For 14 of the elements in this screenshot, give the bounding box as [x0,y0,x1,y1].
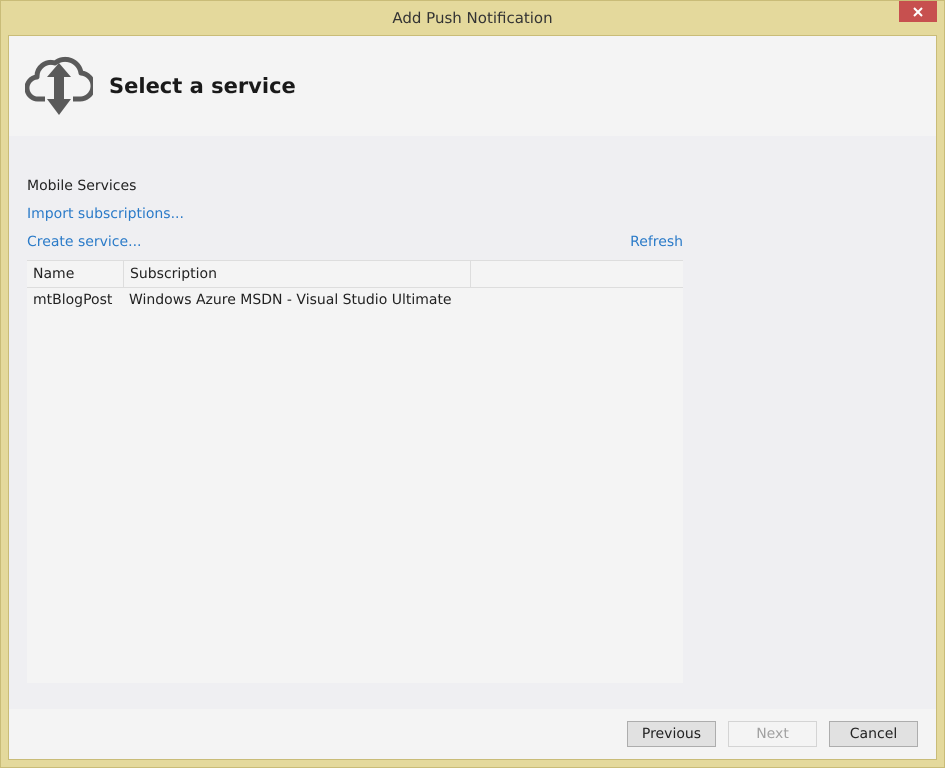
dialog-button[interactable]: Cancel [829,721,918,747]
close-icon [912,6,924,18]
dialog-button[interactable]: Previous [627,721,716,747]
table-cell-text: Windows Azure MSDN - Visual Studio Ultimate [128,292,452,308]
section-label: Mobile Services [27,177,138,196]
column-header[interactable]: Name [27,261,124,287]
table-cell-text: mtBlogPost [32,292,114,308]
close-button[interactable] [899,1,937,22]
page-title: Select a service [109,74,296,98]
refresh-link[interactable]: Refresh [630,228,683,256]
column-header[interactable]: Subscription [124,261,471,287]
import-link[interactable]: Import subscriptions... [27,200,184,228]
create-link[interactable]: Create service... [27,228,142,256]
window-title: Add Push Notification [392,9,553,27]
